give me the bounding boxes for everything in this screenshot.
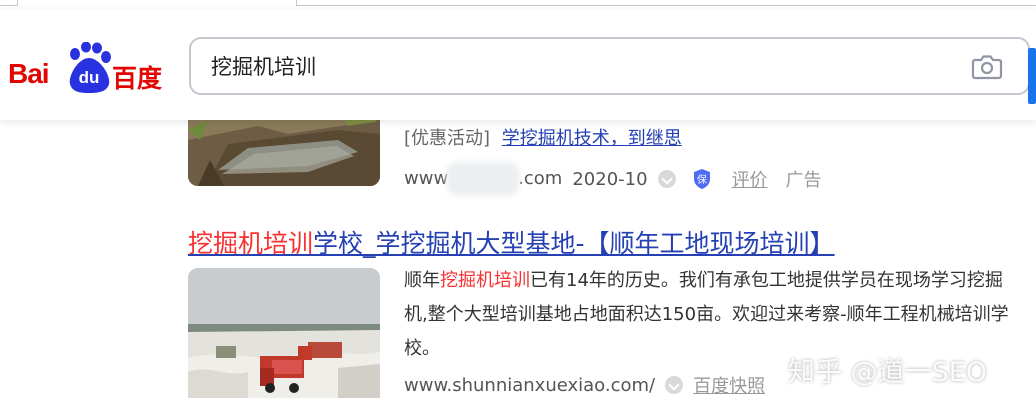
snapshot-link[interactable]: 百度快照 xyxy=(693,372,765,398)
result-title-highlight: 挖掘机培训 xyxy=(188,229,314,258)
desc-highlight: 挖掘机培训 xyxy=(440,270,530,291)
result-url[interactable]: www.shunnianxuexiao.com/ xyxy=(404,375,655,396)
zhihu-watermark: 知乎 @道一SEO xyxy=(788,357,988,388)
result-meta-row: www.shunnianxuexiao.com/ 百度快照 xyxy=(404,372,765,398)
camera-icon[interactable] xyxy=(971,52,1003,80)
logo-text-du: du xyxy=(78,68,100,87)
baidu-logo[interactable]: Bai du 百度 xyxy=(8,42,164,98)
desc-text-pre: 顺年 xyxy=(404,270,440,291)
search-input[interactable] xyxy=(211,51,931,81)
logo-text-bai: Bai xyxy=(8,58,50,89)
logo-text-baidu: 百度 xyxy=(112,64,163,93)
search-header: Bai du 百度 xyxy=(0,10,1036,120)
result-title-link[interactable]: 挖掘机培训学校_学挖掘机大型基地-【顺年工地现场培训】 xyxy=(188,224,835,260)
trucks-photo xyxy=(188,268,380,398)
dropdown-arrow-icon[interactable] xyxy=(665,376,684,394)
result-thumbnail-trucks[interactable] xyxy=(188,268,380,398)
search-box xyxy=(189,37,1030,95)
page: Bai du 百度 挖掘机培训 [优惠活动] 学挖掘机技术，到继思 www .c… xyxy=(0,0,1036,410)
result-title-text: 学校_学挖掘机大型基地-【顺年工地现场培训】 xyxy=(313,229,835,258)
scrollbar-thumb[interactable] xyxy=(1028,48,1036,104)
